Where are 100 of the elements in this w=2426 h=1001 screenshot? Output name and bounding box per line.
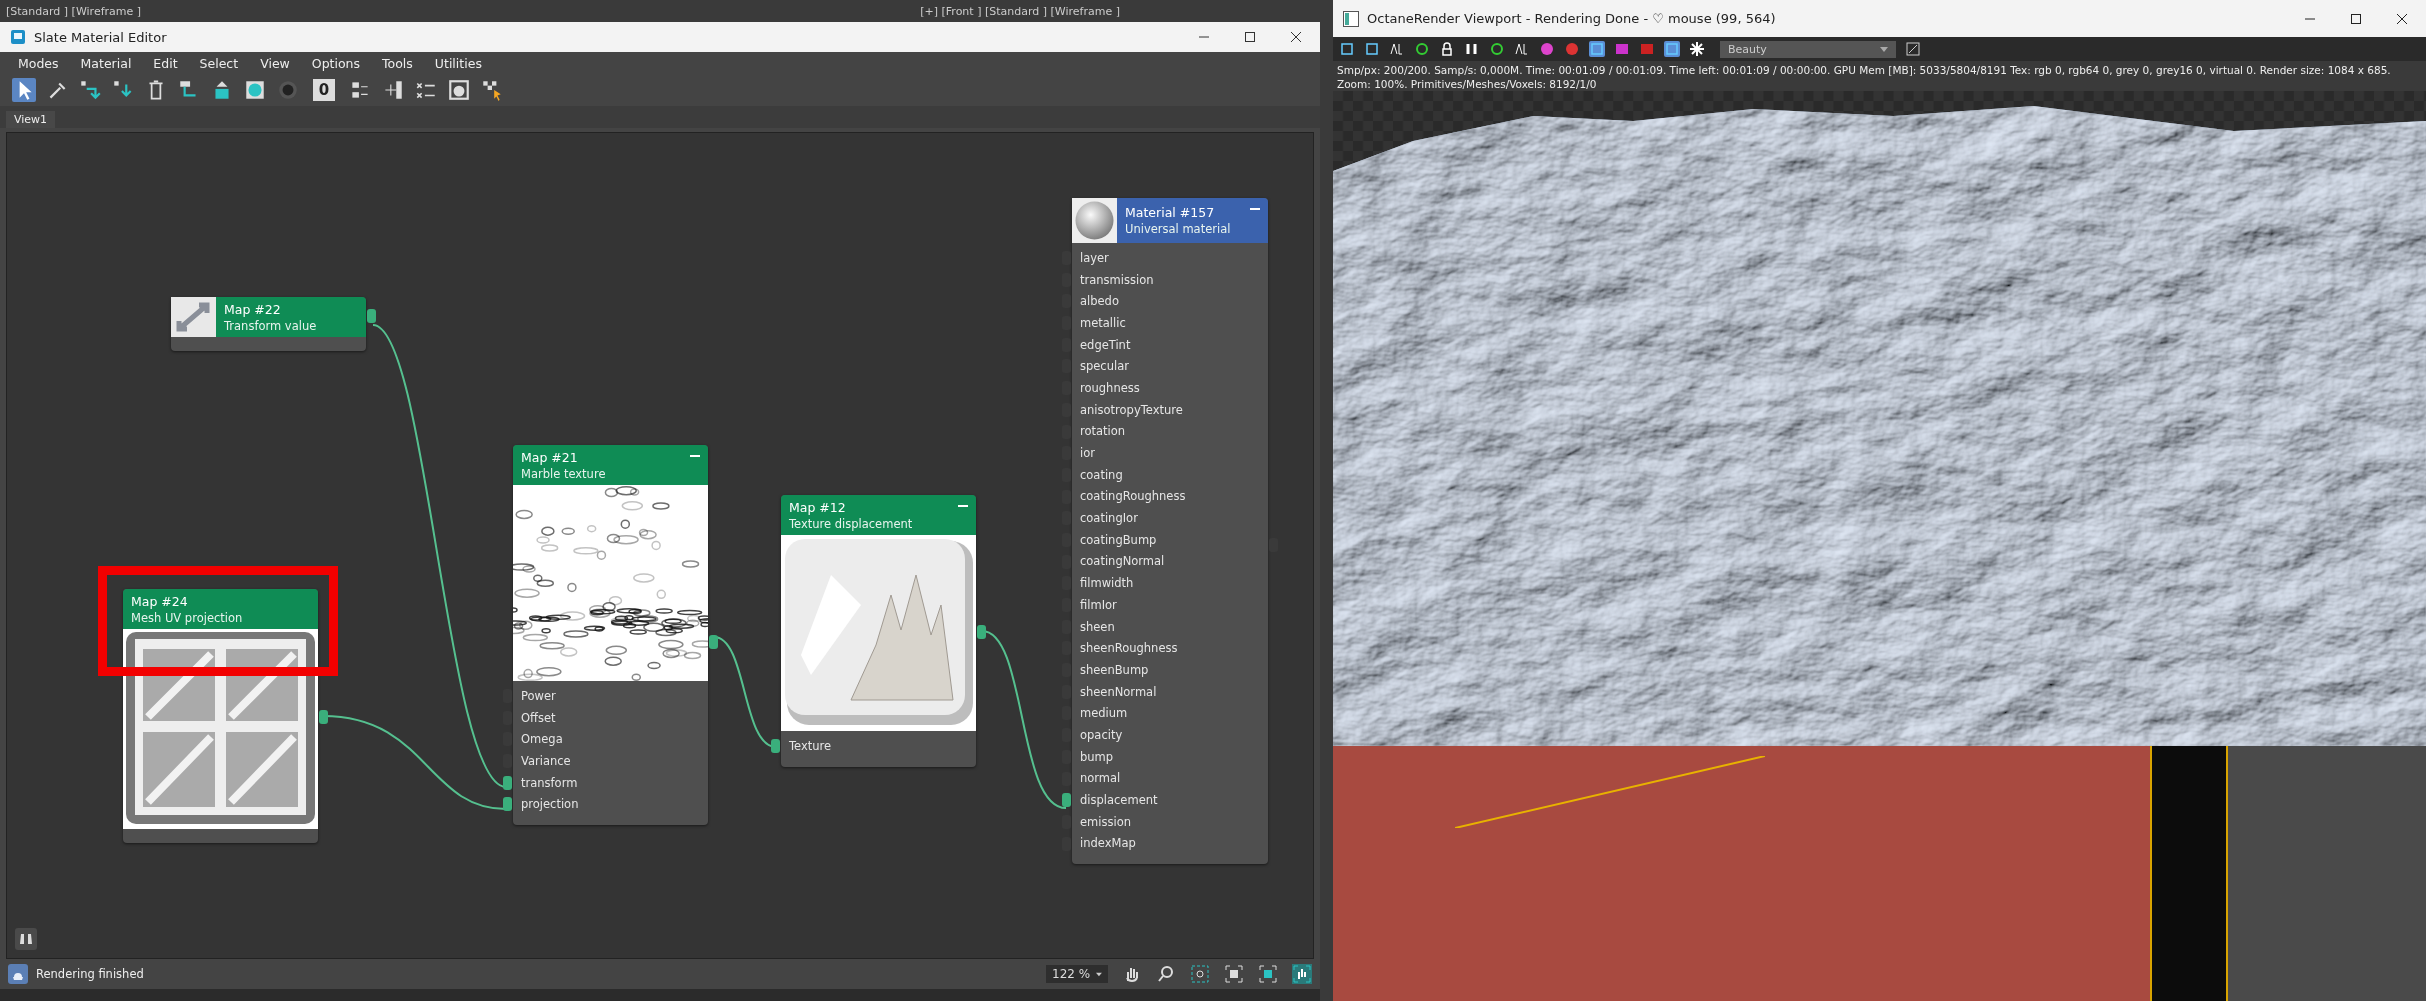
output-port[interactable] — [319, 710, 328, 724]
close-icon[interactable] — [2396, 12, 2408, 25]
input-port[interactable] — [1062, 554, 1071, 569]
input-label: opacity — [1079, 727, 1123, 742]
bg-icon[interactable] — [243, 78, 267, 102]
zoom-dropdown[interactable]: 122 % — [1046, 965, 1108, 983]
output-port[interactable] — [977, 625, 986, 639]
maximize-icon[interactable] — [2350, 12, 2362, 25]
node-type: Transform value — [224, 318, 317, 333]
node-title: Material #157 — [1125, 205, 1216, 220]
close-icon[interactable] — [1290, 31, 1302, 43]
gear-icon[interactable] — [1689, 41, 1705, 57]
menu-item[interactable]: Select — [188, 55, 250, 71]
input-port[interactable] — [1062, 663, 1071, 678]
input-port[interactable] — [1062, 749, 1071, 764]
input-port[interactable] — [1062, 294, 1071, 309]
input-port[interactable] — [1062, 381, 1071, 396]
input-port[interactable] — [503, 754, 512, 769]
input-port[interactable] — [1062, 489, 1071, 504]
input-label: layer — [1079, 250, 1109, 265]
node-type: Marble texture — [521, 466, 606, 481]
input-port[interactable] — [503, 732, 512, 747]
input-port[interactable] — [1062, 619, 1071, 634]
output-port[interactable] — [367, 309, 376, 323]
input-port[interactable] — [1062, 836, 1071, 851]
input-port[interactable] — [1062, 598, 1071, 612]
input-label: indexMap — [1079, 836, 1136, 851]
input-label: specular — [1079, 359, 1129, 374]
input-port[interactable] — [1062, 706, 1071, 721]
node-title: Map #24 — [131, 593, 189, 609]
pan-icon[interactable] — [1292, 964, 1312, 984]
input-port[interactable] — [1062, 728, 1071, 743]
input-port[interactable] — [1062, 359, 1071, 374]
input-label: metallic — [1079, 315, 1126, 330]
input-label: bump — [1079, 749, 1114, 764]
status-text: Rendering finished — [36, 967, 144, 981]
window-icon — [1343, 10, 1359, 27]
input-port[interactable] — [1062, 814, 1071, 829]
view-tab[interactable]: View1 — [6, 111, 56, 128]
output-port[interactable] — [709, 635, 718, 649]
material-id-button[interactable]: 0 — [313, 79, 335, 101]
input-port[interactable] — [1062, 402, 1071, 417]
menu-item[interactable]: Edit — [142, 55, 189, 71]
lock-icon[interactable] — [1439, 41, 1455, 57]
input-port[interactable] — [771, 739, 780, 753]
input-port[interactable] — [1062, 771, 1071, 786]
image-settings-icon[interactable] — [1905, 41, 1921, 57]
input-label: coatingRoughness — [1079, 489, 1186, 504]
app-icon — [10, 29, 26, 45]
binoculars-icon[interactable] — [15, 928, 37, 950]
input-port[interactable] — [1062, 467, 1071, 482]
input-label: Offset — [520, 710, 556, 725]
input-port[interactable] — [1062, 316, 1071, 331]
input-label: transform — [520, 775, 578, 790]
camera-icon[interactable] — [1664, 41, 1680, 57]
input-port[interactable] — [1062, 424, 1071, 439]
menu-item[interactable]: Utilities — [423, 55, 493, 71]
region-icon[interactable] — [1589, 41, 1605, 57]
checker-icon[interactable] — [276, 78, 300, 102]
input-label: normal — [1079, 771, 1121, 786]
input-label: displacement — [1079, 793, 1158, 808]
menu-item[interactable]: Options — [300, 55, 372, 71]
input-port[interactable] — [1062, 684, 1071, 699]
input-label: coatingIor — [1079, 511, 1138, 526]
assign-icon[interactable] — [78, 78, 102, 102]
input-label: albedo — [1079, 294, 1119, 309]
input-port[interactable] — [1062, 251, 1071, 265]
zoom-region-icon[interactable] — [1190, 964, 1210, 984]
input-label: emission — [1079, 814, 1131, 829]
input-label: coatingNormal — [1079, 554, 1165, 569]
frame-all-icon[interactable] — [1224, 964, 1244, 984]
pause-icon[interactable] — [1464, 41, 1480, 57]
input-port[interactable] — [1062, 272, 1071, 287]
input-port[interactable] — [503, 689, 512, 703]
frame-selected-icon[interactable] — [1258, 964, 1278, 984]
input-port[interactable] — [503, 797, 512, 812]
input-port[interactable] — [1062, 337, 1071, 352]
input-port[interactable] — [503, 775, 512, 790]
window-title: Slate Material Editor — [34, 29, 167, 45]
caret-icon — [1880, 46, 1888, 52]
input-port[interactable] — [1062, 446, 1071, 461]
input-port[interactable] — [1062, 641, 1071, 656]
search-icon[interactable] — [1156, 964, 1176, 984]
input-port[interactable] — [1062, 532, 1071, 547]
menu-item[interactable]: View — [249, 55, 301, 71]
maximize-icon[interactable] — [1244, 31, 1256, 43]
input-label: sheen — [1079, 619, 1115, 634]
input-port[interactable] — [1062, 511, 1071, 526]
render-icon[interactable] — [447, 78, 471, 102]
menu-item[interactable]: Modes — [12, 55, 70, 71]
select-icon[interactable] — [12, 78, 36, 102]
caret-icon — [1096, 971, 1102, 977]
menu-item[interactable]: Tools — [371, 55, 424, 71]
input-port[interactable] — [1062, 793, 1071, 808]
input-port[interactable] — [503, 710, 512, 725]
input-port[interactable] — [1062, 576, 1071, 591]
input-label: Texture — [788, 738, 832, 753]
render-pass-dropdown[interactable]: Beauty — [1720, 40, 1896, 58]
menu-item[interactable]: Material — [69, 55, 143, 71]
input-label: sheenBump — [1079, 662, 1149, 677]
